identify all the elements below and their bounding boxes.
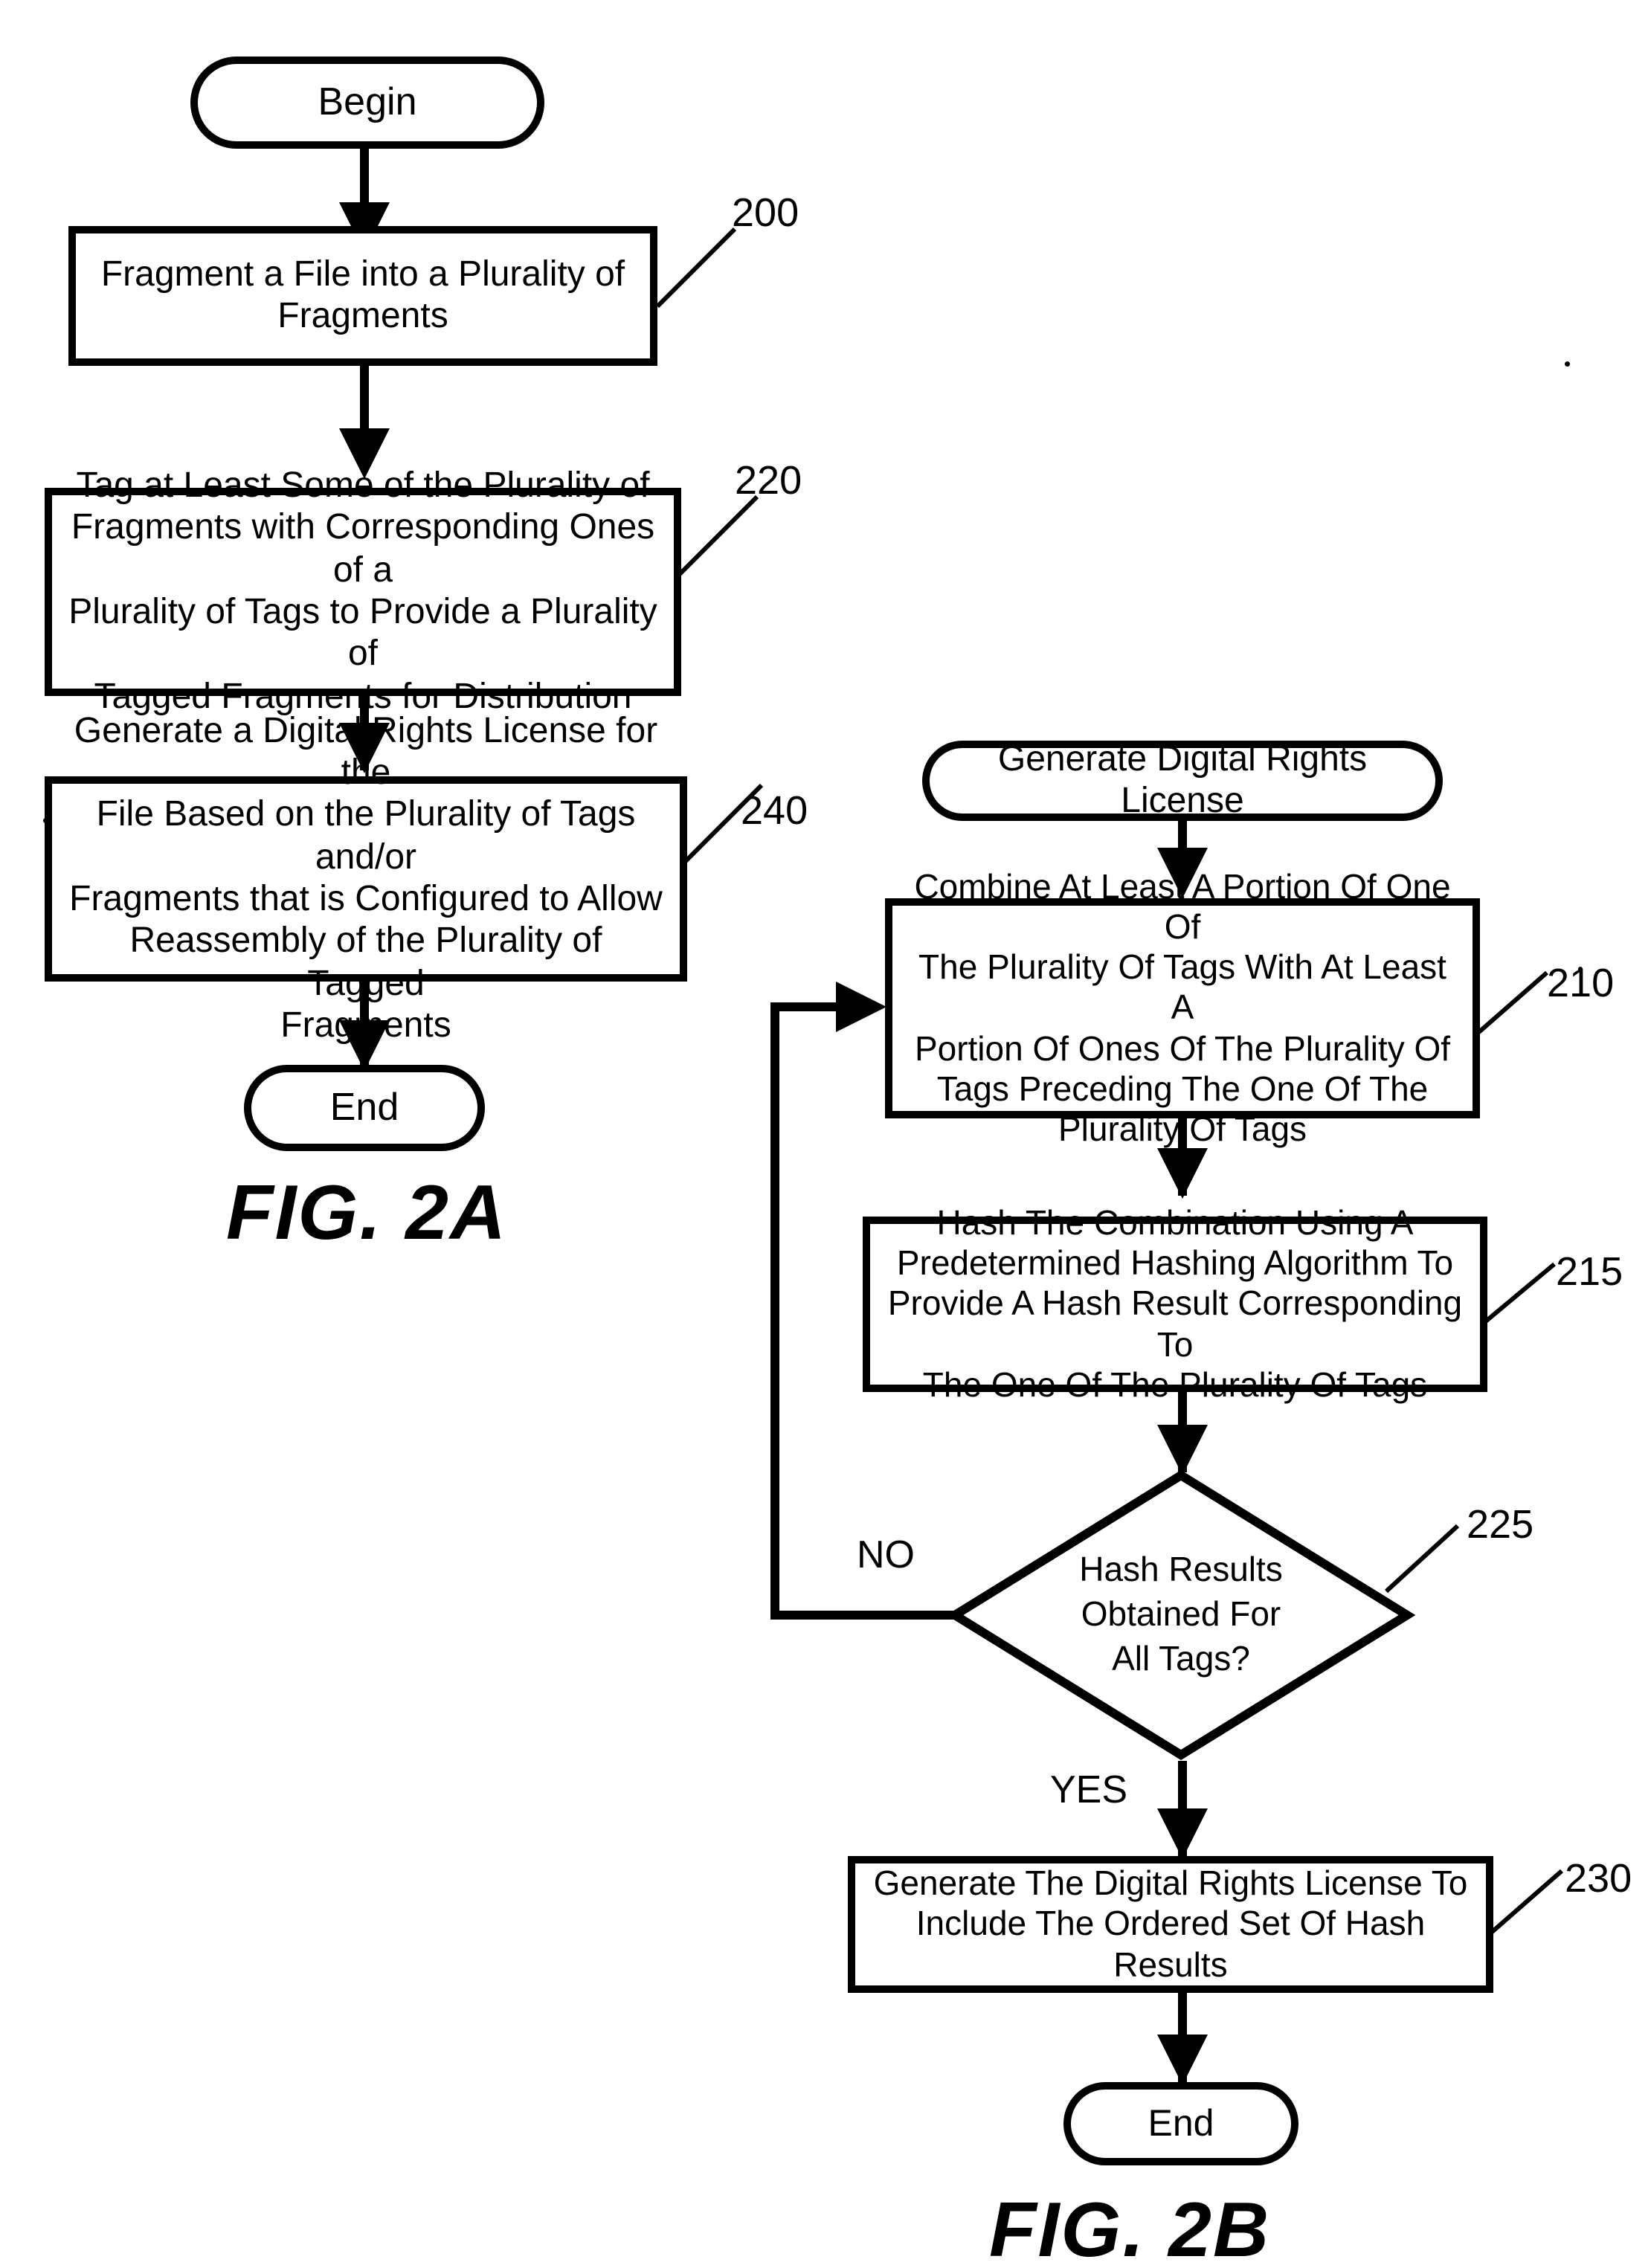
branch-label-yes: YES: [1050, 1767, 1128, 1811]
decision-225-label: Hash Results Obtained For All Tags?: [1079, 1550, 1283, 1678]
process-210-label: Combine At Least A Portion Of One Of The…: [914, 867, 1451, 1148]
patent-figure-page: Begin Fragment a File into a Plurality o…: [0, 0, 1651, 2268]
branch-label-no: NO: [857, 1532, 915, 1576]
ref-number-225: 225: [1467, 1502, 1534, 1547]
process-230: Generate The Digital Rights License To I…: [848, 1856, 1493, 1993]
scan-speck-1: [1565, 361, 1570, 367]
arrowhead-210-to-215: [1157, 1148, 1208, 1199]
process-215: Hash The Combination Using A Predetermin…: [863, 1203, 1487, 1403]
terminator-end-2b: End: [1063, 2082, 1298, 2165]
scan-speck-2: [43, 818, 48, 823]
leader-line-225: [1384, 1524, 1460, 1594]
process-230-label: Generate The Digital Rights License To I…: [873, 1863, 1468, 1984]
process-210: Combine At Least A Portion Of One Of The…: [885, 867, 1480, 1148]
ref-number-230: 230: [1565, 1856, 1632, 1901]
terminator-end-2b-label: End: [1148, 2102, 1214, 2145]
ref-number-215: 215: [1556, 1249, 1623, 1294]
terminator-generate-drl: Generate Digital Rights License: [922, 739, 1443, 821]
scan-speck-3: [1578, 967, 1583, 971]
figure-2b: Generate Digital Rights License Combine …: [0, 0, 1651, 2268]
arrowhead-215-to-decision: [1157, 1425, 1208, 1475]
figure-caption-2b: FIG. 2B: [989, 2188, 1271, 2268]
decision-225: Hash Results Obtained For All Tags?: [946, 1469, 1416, 1761]
process-215-label: Hash The Combination Using A Predetermin…: [887, 1203, 1463, 1404]
arrowhead-yes-into-230: [1157, 1808, 1208, 1859]
connector-no-vertical: [770, 1002, 779, 1620]
terminator-generate-drl-label: Generate Digital Rights License: [997, 739, 1368, 821]
arrowhead-230-to-end: [1157, 2035, 1208, 2085]
arrowhead-no-into-210: [836, 982, 886, 1032]
connector-no-horizontal-bottom: [770, 1611, 955, 1620]
